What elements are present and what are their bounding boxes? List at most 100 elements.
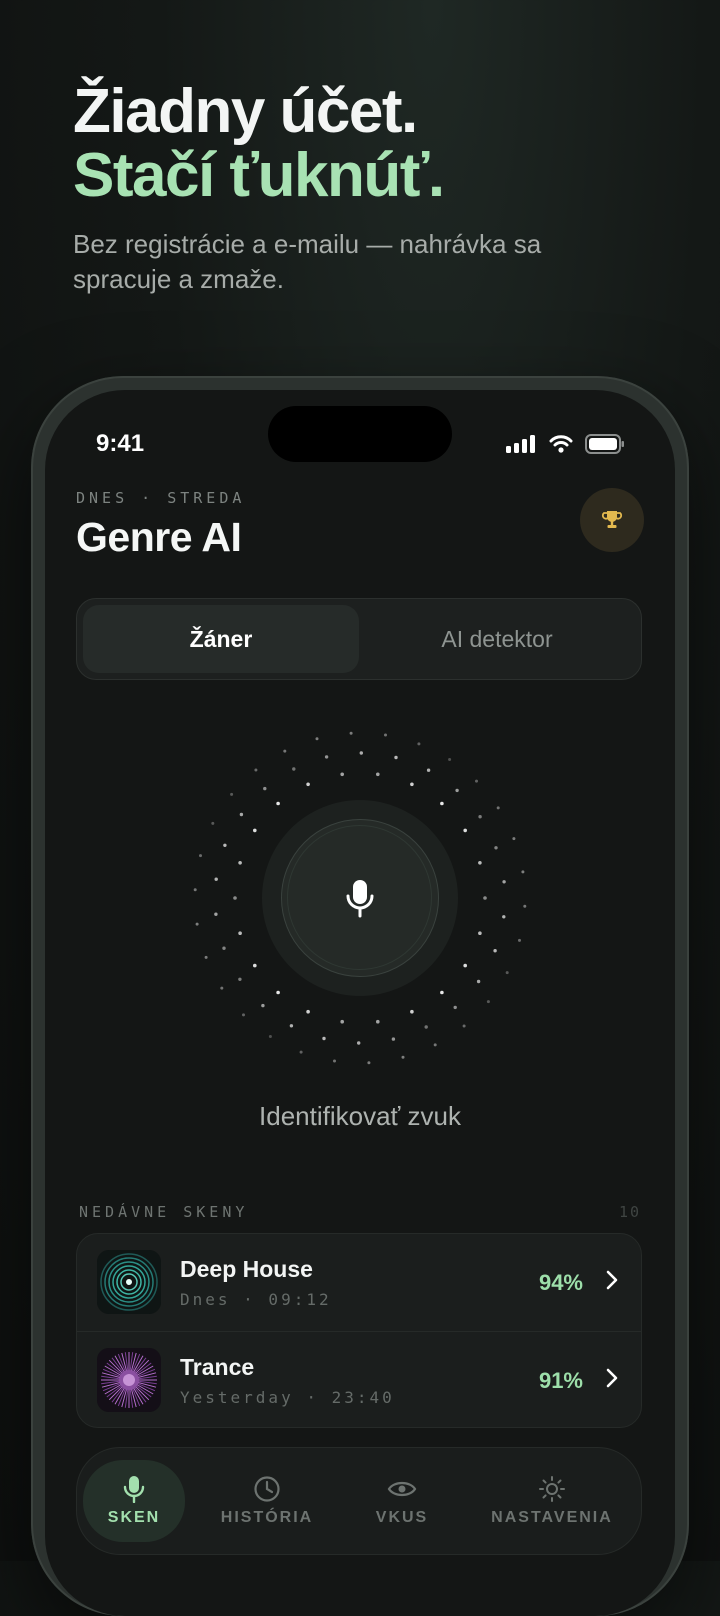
chevron-right-icon	[606, 1368, 618, 1388]
tab-label: NASTAVENIA	[491, 1509, 613, 1526]
sound-dot	[417, 742, 421, 746]
status-icons	[505, 434, 625, 454]
sound-dot	[523, 904, 527, 908]
sound-dot	[505, 971, 509, 975]
sound-dot	[306, 1009, 310, 1014]
sound-dot	[376, 772, 380, 777]
hero-title-line2: Stačí ťuknúť.	[73, 141, 445, 210]
sound-dot	[410, 1009, 414, 1014]
tab-ai-detector[interactable]: AI detektor	[359, 605, 635, 673]
scan-meta: Dnes · 09:12	[180, 1290, 332, 1309]
app-title: Genre AI	[76, 514, 242, 560]
sound-dot	[233, 896, 237, 900]
phone-frame: 9:41 DNES · STREDA Genre AI Žáner AI det…	[31, 376, 689, 1616]
bottom-tab-bar: SKEN HISTÓRIA VKUS NASTAVENIA	[76, 1447, 642, 1555]
sound-dot	[512, 837, 516, 841]
recent-scans-label: NEDÁVNE SKENY	[79, 1203, 249, 1221]
sound-dot	[289, 1024, 294, 1028]
tab-label: HISTÓRIA	[220, 1509, 314, 1526]
sound-dot	[376, 1019, 380, 1024]
sound-dot	[440, 990, 444, 995]
sound-dot	[462, 1024, 466, 1028]
sound-dot	[410, 782, 414, 787]
recent-scans-count: 10	[618, 1203, 641, 1221]
status-time: 9:41	[96, 430, 145, 457]
sound-dot	[239, 812, 244, 817]
confidence-value: 91%	[538, 1368, 583, 1393]
chevron-right-icon	[606, 1270, 618, 1290]
wifi-icon	[549, 435, 573, 453]
sound-dot	[440, 801, 444, 806]
sound-dot	[478, 931, 482, 935]
sound-dot	[478, 861, 482, 865]
list-item[interactable]: Trance Yesterday · 23:40 91%	[77, 1331, 641, 1427]
sound-dot	[426, 768, 431, 772]
sound-dot	[292, 767, 296, 771]
tab-genre[interactable]: Žáner	[83, 605, 359, 673]
sound-dot	[340, 772, 345, 777]
sound-dot	[455, 788, 459, 793]
circles-art-icon	[97, 1250, 161, 1314]
sound-dot	[453, 1005, 457, 1010]
sound-dot	[324, 755, 329, 759]
sound-dot	[486, 1000, 490, 1004]
tab-historia[interactable]: HISTÓRIA	[202, 1460, 332, 1542]
deep-house-thumbnail	[97, 1250, 161, 1314]
sound-dot	[463, 963, 468, 968]
sound-dot	[333, 1059, 336, 1063]
sound-dot	[478, 815, 482, 819]
sound-dot	[222, 946, 226, 950]
sound-dot	[475, 779, 478, 783]
tab-label: SKEN	[107, 1509, 161, 1526]
tab-nastavenia[interactable]: NASTAVENIA	[477, 1460, 627, 1542]
mic-icon	[123, 1476, 145, 1503]
scan-mic-button[interactable]	[281, 819, 439, 977]
list-item[interactable]: Deep House Dnes · 09:12 94%	[77, 1234, 641, 1330]
sound-dot	[306, 782, 310, 787]
sound-dot	[261, 1003, 265, 1008]
sound-dot	[214, 912, 218, 916]
scan-area	[45, 710, 675, 1100]
sound-dot	[340, 1019, 345, 1024]
sound-dot	[230, 792, 234, 796]
sound-dot	[433, 1043, 437, 1047]
sound-dot	[496, 806, 500, 810]
sound-dot	[424, 1025, 428, 1029]
sun-icon	[539, 1476, 565, 1502]
sound-dot	[214, 877, 218, 881]
sound-dot	[322, 1036, 326, 1041]
battery-icon	[585, 434, 624, 454]
scan-meta: Yesterday · 23:40	[180, 1388, 395, 1407]
sound-dot	[394, 755, 398, 760]
tab-sken[interactable]: SKEN	[83, 1460, 185, 1542]
scan-title: Deep House	[180, 1256, 313, 1282]
sound-dot	[384, 733, 387, 737]
hero-title-line1: Žiadny účet.	[73, 77, 418, 146]
mic-icon	[346, 879, 373, 917]
sound-dot	[448, 758, 452, 761]
sound-dot	[223, 843, 227, 847]
sound-dot	[238, 861, 242, 865]
dynamic-island	[268, 406, 452, 462]
sound-dot	[463, 828, 468, 833]
sound-dot	[299, 1050, 303, 1054]
sound-dot	[253, 828, 257, 833]
signal-icon	[506, 435, 535, 453]
sound-dot	[391, 1037, 396, 1041]
clock-icon	[254, 1476, 280, 1502]
recent-scans-list: Deep House Dnes · 09:12 94% Trance Yeste…	[76, 1233, 642, 1428]
sound-dot	[494, 846, 498, 850]
sound-dot	[211, 821, 215, 825]
sound-dot	[204, 955, 208, 959]
sound-dot	[195, 922, 199, 926]
sound-dot	[349, 731, 353, 735]
sound-dot	[502, 915, 506, 919]
burst-art-icon	[97, 1348, 161, 1412]
sound-dot	[367, 1061, 371, 1065]
tab-vkus[interactable]: VKUS	[357, 1460, 447, 1542]
sound-dot	[493, 949, 497, 953]
trophy-button[interactable]	[580, 488, 644, 552]
sound-dot	[283, 749, 287, 753]
sound-dot	[268, 1035, 272, 1038]
trance-thumbnail	[97, 1348, 161, 1412]
